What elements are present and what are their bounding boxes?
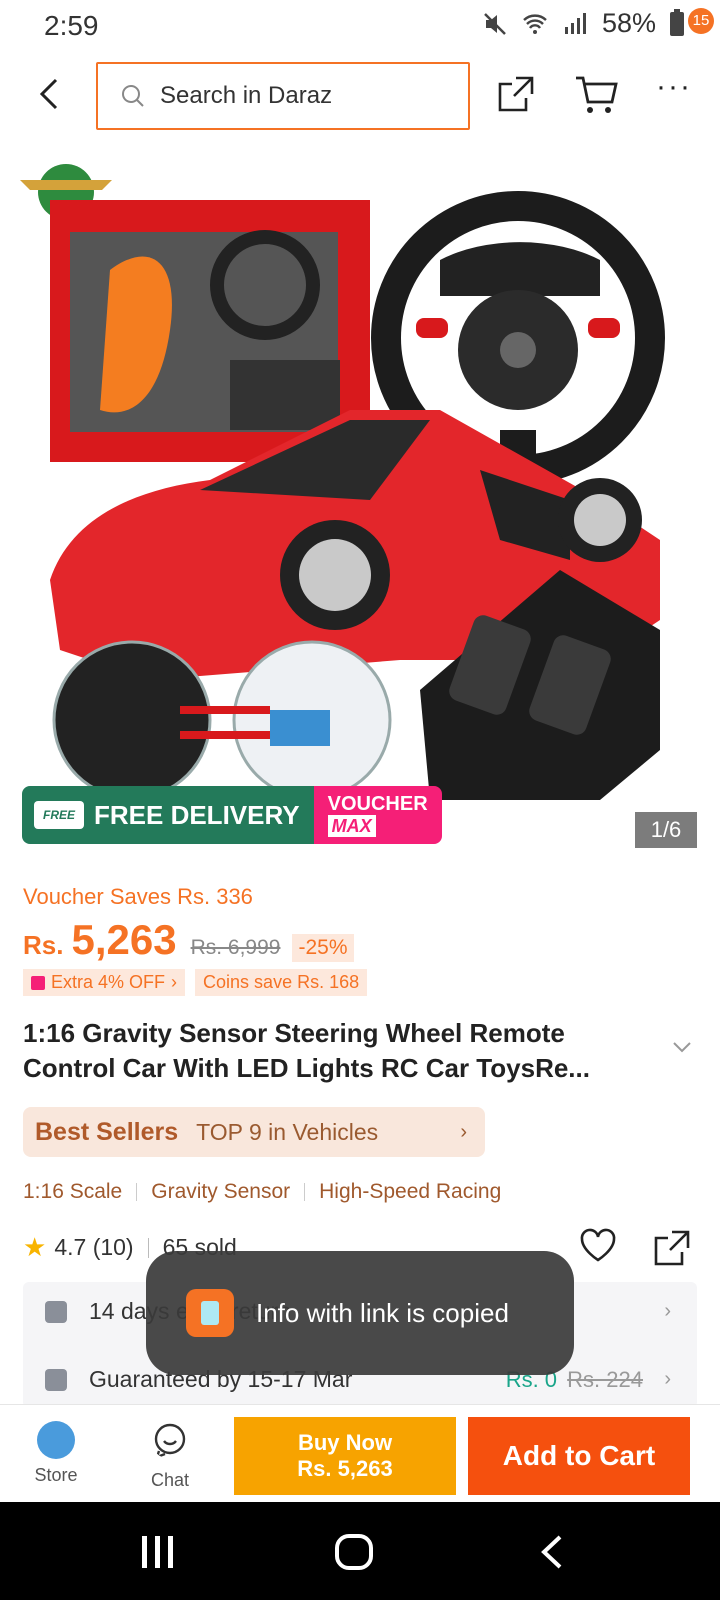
star-icon: ★ — [23, 1232, 47, 1262]
chat-button[interactable]: Chat — [130, 1421, 210, 1491]
truck-icon: FREE — [34, 801, 84, 829]
image-counter: 1/6 — [635, 812, 697, 848]
current-price: 5,263 — [71, 916, 177, 963]
chat-label: Chat — [150, 1470, 190, 1490]
search-icon — [122, 85, 144, 107]
detail-circle — [52, 640, 212, 800]
bottom-action-bar: Store Chat Buy Now Rs. 5,263 Add to Cart — [0, 1404, 720, 1502]
product-image-gallery[interactable] — [0, 150, 720, 850]
extra-off-tag[interactable]: Extra 4% OFF › — [23, 969, 186, 996]
chevron-down-icon[interactable] — [672, 1040, 692, 1054]
best-sellers-banner[interactable]: Best Sellers TOP 9 in Vehicles › — [23, 1107, 485, 1157]
search-input[interactable]: Search in Daraz — [96, 62, 470, 130]
original-price: Rs. 6,999 — [190, 936, 281, 959]
shipping-price-original: Rs. 224 — [567, 1366, 643, 1392]
voucher-max-badge: VOUCHER MAX — [313, 786, 442, 844]
gift-icon — [31, 975, 45, 990]
divider — [136, 1183, 138, 1201]
toast-message: Info with link is copied — [256, 1297, 509, 1328]
store-label: Store — [34, 1465, 78, 1485]
share-icon[interactable] — [652, 1228, 692, 1268]
store-icon — [37, 1421, 75, 1459]
search-placeholder: Search in Daraz — [160, 82, 333, 109]
feature-tags: 1:16 Scale Gravity Sensor High-Speed Rac… — [23, 1180, 501, 1204]
extra-off-label: Extra 4% OFF — [51, 972, 166, 992]
cart-button[interactable] — [574, 74, 618, 116]
best-sellers-rank: TOP 9 in Vehicles — [196, 1118, 379, 1145]
divider — [147, 1237, 149, 1258]
divider — [304, 1183, 306, 1201]
buy-now-button[interactable]: Buy Now Rs. 5,263 — [234, 1417, 456, 1495]
more-menu-button[interactable]: ··· — [656, 70, 700, 114]
signal-icon — [564, 12, 586, 34]
wishlist-heart-button[interactable] — [578, 1226, 618, 1266]
coins-save-tag: Coins save Rs. 168 — [195, 969, 368, 996]
shield-icon — [45, 1300, 67, 1323]
status-time: 2:59 — [44, 10, 99, 41]
discount-badge: -25% — [292, 934, 354, 962]
daraz-app-icon — [186, 1289, 234, 1337]
voucher-label: VOUCHER — [327, 793, 428, 815]
share-button[interactable] — [496, 74, 536, 114]
top-header: Search in Daraz ··· — [0, 60, 720, 130]
rating-value: 4.7 — [54, 1234, 87, 1260]
buy-now-price: Rs. 5,263 — [297, 1456, 393, 1481]
free-delivery-badge: FREE FREE DELIVERY — [22, 786, 314, 844]
chat-icon — [154, 1423, 186, 1460]
system-navigation-bar — [0, 1502, 720, 1600]
chevron-right-icon: › — [664, 1368, 671, 1390]
home-button[interactable] — [334, 1534, 374, 1575]
free-delivery-label: FREE DELIVERY — [94, 799, 300, 830]
toast-notification: Info with link is copied — [146, 1251, 574, 1375]
mute-icon — [484, 12, 506, 35]
battery-icon — [670, 8, 684, 36]
chevron-right-icon: › — [664, 1300, 671, 1322]
product-title[interactable]: 1:16 Gravity Sensor Steering Wheel Remot… — [23, 1016, 663, 1086]
feature-tag: Gravity Sensor — [151, 1180, 291, 1203]
chevron-right-icon: › — [171, 972, 178, 992]
system-back-button[interactable] — [536, 1534, 566, 1575]
rating-count: (10) — [92, 1234, 134, 1260]
price-currency: Rs. — [23, 930, 64, 960]
notification-badge: 15 — [688, 8, 714, 34]
add-to-cart-button[interactable]: Add to Cart — [468, 1417, 690, 1495]
best-sellers-logo: Best Sellers — [35, 1117, 179, 1146]
wifi-icon — [523, 13, 547, 34]
chevron-right-icon: › — [460, 1121, 467, 1143]
status-bar: 2:59 58% — [0, 0, 720, 50]
recent-apps-button[interactable] — [138, 1534, 178, 1575]
feature-tag: High-Speed Racing — [319, 1180, 502, 1203]
feature-tag: 1:16 Scale — [23, 1180, 123, 1203]
max-label: MAX — [327, 815, 376, 837]
product-image — [20, 164, 665, 800]
price-row: Rs. 5,263 Rs. 6,999 -25% — [23, 916, 354, 964]
battery-percent: 58% — [601, 8, 656, 38]
store-button[interactable]: Store — [16, 1421, 96, 1486]
delivery-icon — [45, 1368, 67, 1391]
back-button[interactable] — [30, 74, 70, 114]
buy-now-label: Buy Now — [297, 1430, 393, 1455]
promo-banner: FREE FREE DELIVERY VOUCHER MAX — [22, 786, 442, 844]
voucher-saves[interactable]: Voucher Saves Rs. 336 — [23, 884, 253, 910]
status-icons: 58% — [482, 8, 684, 39]
offer-tags: Extra 4% OFF › Coins save Rs. 168 — [23, 969, 368, 996]
